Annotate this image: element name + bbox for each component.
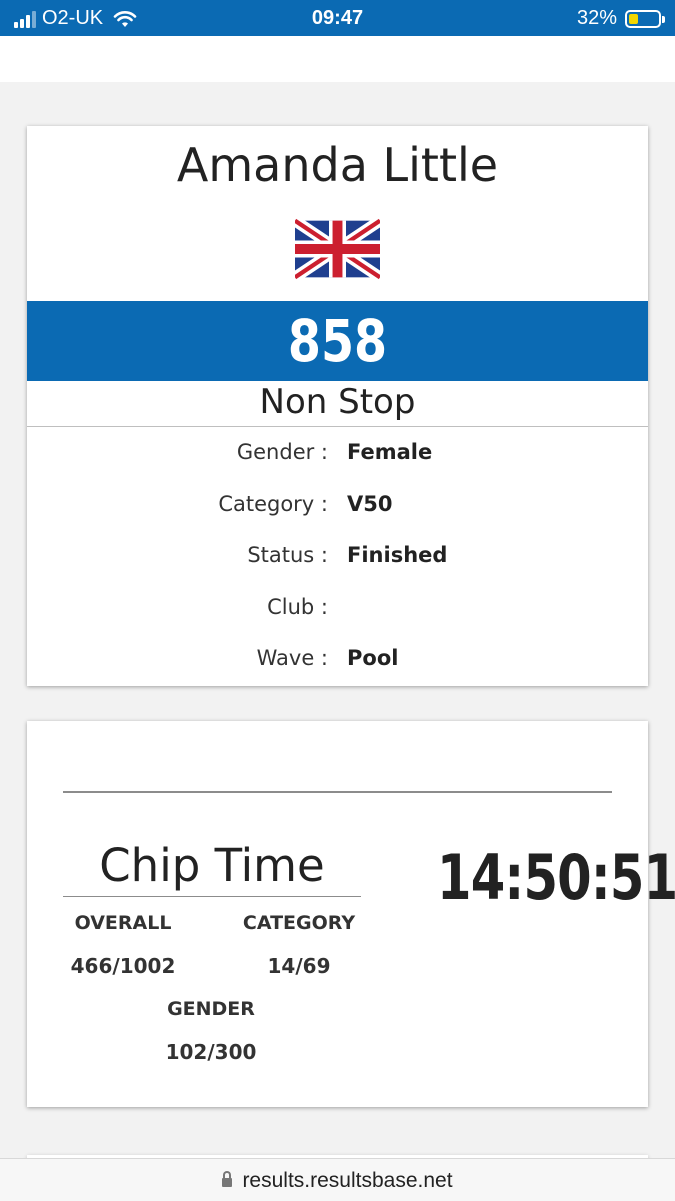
battery-level	[629, 13, 638, 24]
detail-row-club: Club :	[27, 595, 648, 625]
overall-rank-value: 466/1002	[70, 954, 176, 978]
battery-percent: 32%	[576, 7, 617, 29]
race-name: Non Stop	[259, 382, 416, 422]
detail-label: Club :	[267, 595, 328, 619]
url-display[interactable]: results.resultsbase.net	[0, 1169, 675, 1193]
gender-rank-label: GENDER	[167, 998, 255, 1020]
uk-flag-icon	[295, 218, 380, 280]
battery-icon	[625, 9, 665, 28]
detail-label: Category :	[218, 492, 328, 516]
divider	[63, 896, 361, 897]
detail-value: Female	[347, 440, 433, 464]
chip-time-label: Chip Time	[99, 839, 325, 892]
detail-label: Gender :	[236, 440, 328, 464]
detail-row-category: Category : V50	[27, 492, 648, 522]
detail-row-gender: Gender : Female	[27, 440, 648, 470]
result-card: Chip Time 14:50:51 OVERALL 466/1002 CATE…	[27, 721, 675, 1107]
detail-value: Pool	[347, 646, 399, 670]
detail-value: Finished	[347, 543, 448, 567]
status-right: 32%	[576, 7, 665, 30]
athlete-name: Amanda Little	[176, 138, 499, 192]
bib-number: 858	[287, 307, 388, 375]
category-rank-value: 14/69	[267, 954, 331, 978]
divider	[63, 791, 612, 793]
lock-icon	[222, 1171, 233, 1187]
clock: 09:47	[311, 7, 364, 29]
url-text: results.resultsbase.net	[242, 1169, 453, 1192]
gender-rank-value: 102/300	[165, 1040, 257, 1064]
divider	[27, 426, 648, 427]
detail-row-status: Status : Finished	[27, 543, 648, 573]
browser-url-bar[interactable]: results.resultsbase.net	[0, 1158, 675, 1201]
category-rank-label: CATEGORY	[242, 912, 356, 934]
detail-label: Wave :	[256, 646, 328, 670]
detail-value: V50	[347, 492, 393, 516]
page-header-strip	[0, 36, 675, 82]
chip-time-value: 14:50:51	[437, 841, 675, 914]
bib-banner: 858	[27, 301, 648, 381]
detail-label: Status :	[247, 543, 328, 567]
status-bar: O2-UK 09:47 32%	[0, 0, 675, 36]
overall-rank-label: OVERALL	[74, 912, 172, 934]
detail-row-wave: Wave : Pool	[27, 646, 648, 676]
athlete-card: Amanda Little 858 Non Stop Gender : Fema…	[27, 126, 648, 686]
